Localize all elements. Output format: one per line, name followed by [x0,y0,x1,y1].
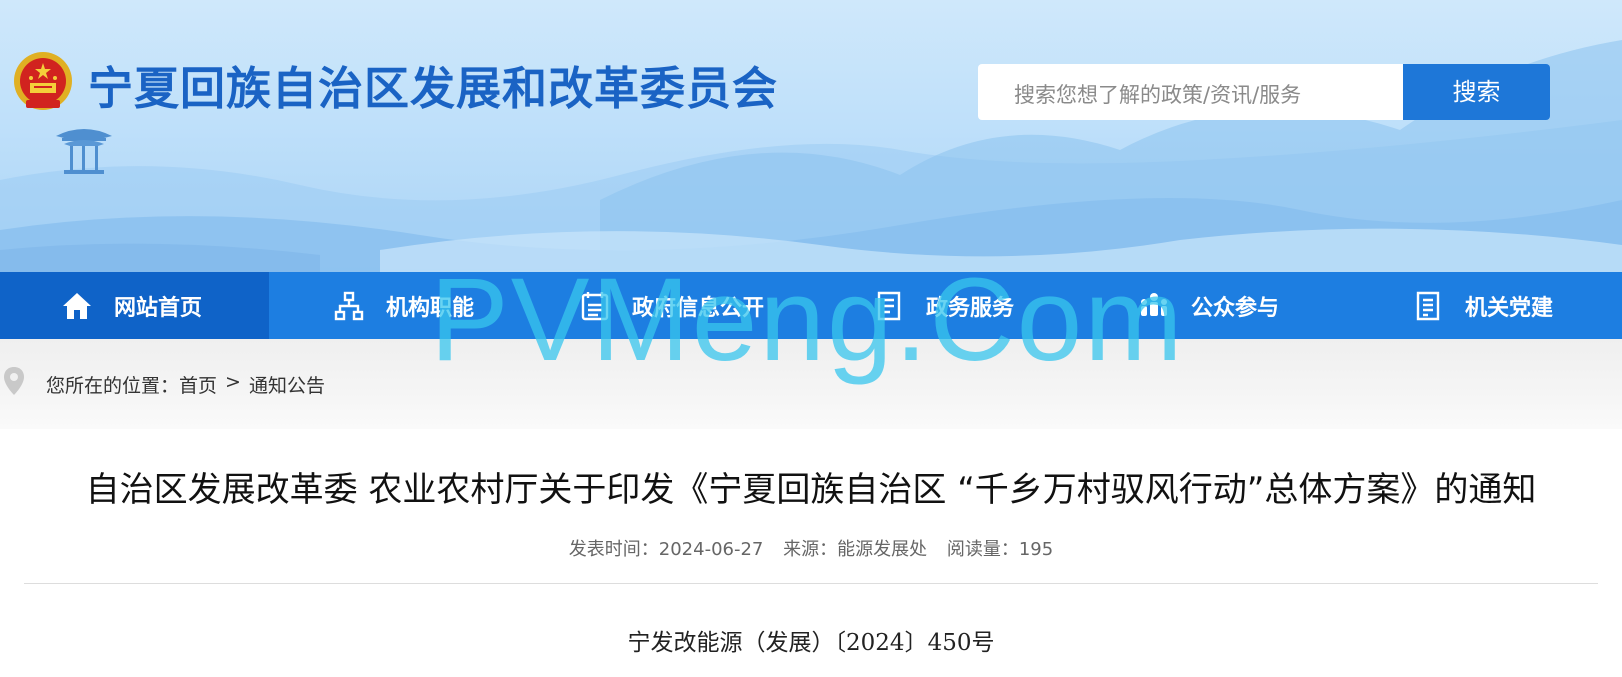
publish-time: 发表时间：2024-06-27 [568,539,764,560]
calendar-list-icon [578,289,612,323]
breadcrumb: 您所在的位置： 首页 > 通知公告 [46,371,325,398]
nav-item-party-building[interactable]: 机关党建 [1411,272,1553,339]
site-title: 宁夏回族自治区发展和改革委员会 [88,62,779,115]
org-chart-icon [332,289,366,323]
nav-item-label: 机关党建 [1465,295,1554,321]
nav-item-public-participation[interactable]: 公众参与 [1137,272,1279,339]
view-count: 阅读量：195 [946,539,1054,560]
search-button[interactable]: 搜索 [1403,64,1550,120]
location-pin-icon [4,367,24,395]
nav-item-gov-info[interactable]: 政府信息公开 [578,272,764,339]
breadcrumb-bar: 您所在的位置： 首页 > 通知公告 [0,339,1622,429]
nav-item-label: 公众参与 [1191,295,1280,321]
home-icon [60,289,94,323]
nav-item-label: 机构职能 [386,295,475,321]
search-input[interactable]: 搜索您想了解的政策/资讯/服务 [978,64,1404,120]
nav-item-label: 政务服务 [926,295,1015,321]
breadcrumb-home-link[interactable]: 首页 [179,371,217,398]
landscape-background [0,40,1622,272]
document-list-icon [1411,289,1445,323]
breadcrumb-notices-link[interactable]: 通知公告 [249,371,325,398]
article-source: 来源：能源发展处 [783,539,928,560]
people-icon [1137,289,1171,323]
document-number: 宁发改能源（发展）〔2024〕450号 [627,630,995,656]
nav-item-label: 网站首页 [114,295,203,321]
national-emblem-icon [14,52,72,110]
article-title: 自治区发展改革委 农业农村厅关于印发《宁夏回族自治区 “千乡万村驭风行动”总体方… [85,470,1537,510]
pavilion-illustration [56,129,112,174]
article-meta: 发表时间：2024-06-27 来源：能源发展处 阅读量：195 [0,535,1622,561]
breadcrumb-prefix: 您所在的位置： [46,375,180,397]
main-nav: 网站首页 机构职能 政府信息公开 政务服务 公众参与 机关党建 [0,272,1622,339]
nav-item-home[interactable]: 网站首页 [0,272,269,339]
document-icon [872,289,906,323]
header-banner: 宁夏回族自治区发展和改革委员会 搜索您想了解的政策/资讯/服务 搜索 [0,0,1622,272]
nav-item-label: 政府信息公开 [632,295,765,321]
divider [24,583,1598,584]
nav-item-gov-service[interactable]: 政务服务 [872,272,1014,339]
nav-item-organization[interactable]: 机构职能 [332,272,474,339]
breadcrumb-separator: > [225,371,241,393]
